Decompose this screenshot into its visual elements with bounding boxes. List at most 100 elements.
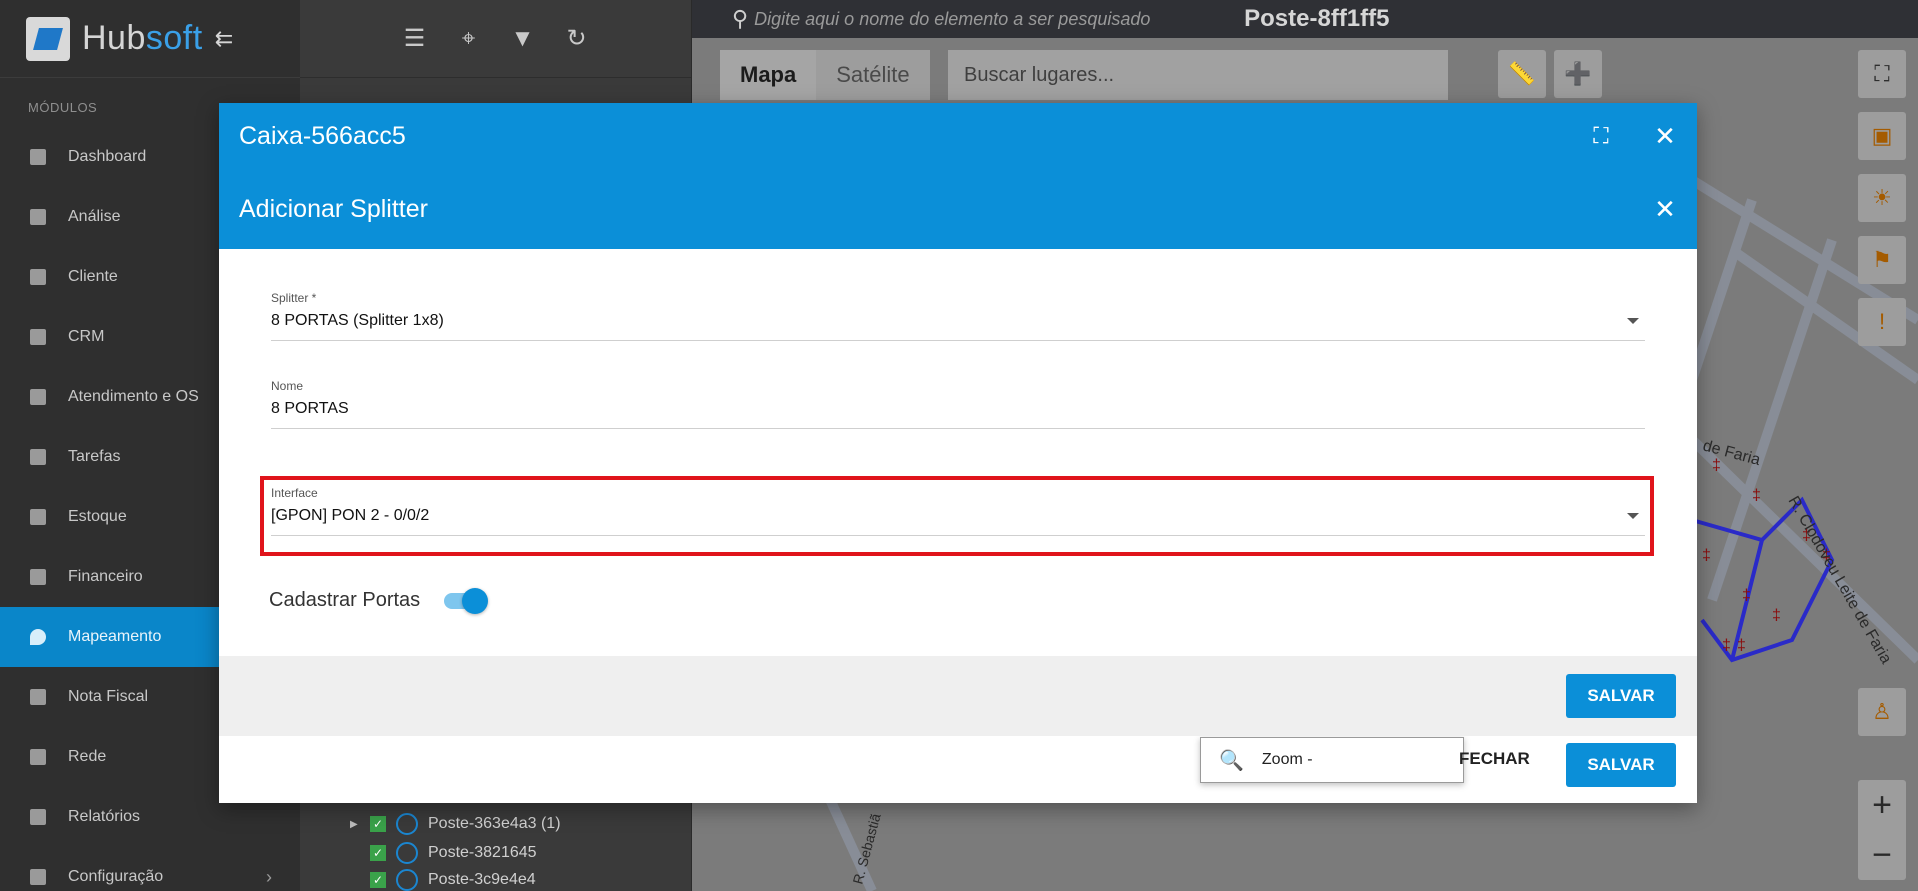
- caixa-save-button[interactable]: SALVAR: [1566, 743, 1676, 787]
- tree-row-label: Poste-3c9e4e4: [428, 871, 536, 888]
- menu-icon[interactable]: ☰: [402, 24, 428, 53]
- tree-row-label: Poste-3821645: [428, 844, 537, 861]
- sidebar-item-label: CRM: [68, 328, 105, 345]
- layers-icon[interactable]: ▣: [1858, 112, 1906, 160]
- splitter-label: Splitter *: [271, 291, 317, 305]
- tree-row[interactable]: ▶ ✓ Poste-363e4a3 (1): [350, 812, 561, 836]
- sidebar-item-label: Configuração: [68, 868, 164, 885]
- svg-text:‡: ‡: [1742, 587, 1751, 604]
- map-pin-icon: [30, 629, 46, 645]
- collapse-sidebar-icon[interactable]: ⇇: [215, 26, 233, 52]
- checkbox-icon[interactable]: ✓: [370, 845, 386, 861]
- nome-field[interactable]: Nome 8 PORTAS: [271, 379, 1645, 429]
- street-view-pegman-icon[interactable]: ♙: [1858, 688, 1906, 736]
- element-search-input[interactable]: Digite aqui o nome do elemento a ser pes…: [754, 9, 1244, 30]
- close-icon[interactable]: ✕: [1633, 194, 1697, 225]
- sidebar-item-configuracao[interactable]: Configuração ›: [0, 847, 300, 891]
- dropdown-arrow-icon: [1627, 513, 1639, 519]
- splitter-form: Splitter * 8 PORTAS (Splitter 1x8) Nome …: [219, 249, 1697, 656]
- toggle-thumb[interactable]: [462, 587, 489, 614]
- caixa-dialog-title: Caixa-566acc5: [239, 121, 406, 150]
- splitter-dialog-title: Adicionar Splitter: [239, 194, 428, 223]
- street-label: de Faria: [1701, 437, 1762, 469]
- board-icon: [30, 329, 46, 345]
- svg-text:‡: ‡: [1702, 547, 1711, 564]
- pie-chart-icon: [30, 209, 46, 225]
- adicionar-splitter-dialog: Adicionar Splitter ✕ Splitter * 8 PORTAS…: [219, 169, 1697, 736]
- sidebar-item-label: Atendimento e OS: [68, 388, 199, 405]
- tab-mapa[interactable]: Mapa: [720, 50, 817, 100]
- money-icon: [30, 569, 46, 585]
- tab-satelite[interactable]: Satélite: [816, 50, 930, 100]
- sidebar-item-label: Dashboard: [68, 148, 147, 165]
- zoom-out-icon: 🔍: [1219, 749, 1244, 772]
- report-icon: [30, 809, 46, 825]
- zoom-in-button[interactable]: +: [1858, 780, 1906, 830]
- caixa-dialog-header: Caixa-566acc5 ⛶ ✕: [219, 103, 1697, 169]
- splitter-dialog-header: Adicionar Splitter ✕: [219, 169, 1697, 249]
- street-label: R. Clodoveu Leite de Faria: [1785, 494, 1895, 667]
- checkbox-icon[interactable]: ✓: [370, 816, 386, 832]
- svg-text:‡: ‡: [1737, 637, 1746, 654]
- zoom-label: Zoom -: [1261, 751, 1313, 768]
- poste-node-icon: [396, 813, 418, 835]
- nome-input[interactable]: 8 PORTAS: [271, 400, 1645, 429]
- map-type-tabs: Mapa Satélite: [720, 50, 930, 100]
- sidebar-item-label: Relatórios: [68, 808, 141, 825]
- splitter-value[interactable]: 8 PORTAS (Splitter 1x8): [271, 312, 1645, 341]
- alert-icon[interactable]: !: [1858, 298, 1906, 346]
- sidebar-item-label: Análise: [68, 208, 121, 225]
- sidebar-item-label: Tarefas: [68, 448, 121, 465]
- zoom-out-button[interactable]: −: [1858, 830, 1906, 880]
- map-marker-icon[interactable]: ⌖: [456, 25, 482, 53]
- svg-text:‡: ‡: [1752, 487, 1761, 504]
- sidebar-item-label: Estoque: [68, 508, 127, 525]
- sidebar-item-label: Rede: [68, 748, 107, 765]
- map-search-bar[interactable]: ⚲ Digite aqui o nome do elemento a ser p…: [692, 0, 1918, 38]
- splitter-save-button[interactable]: SALVAR: [1566, 674, 1676, 718]
- cadastrar-portas-toggle[interactable]: [444, 587, 489, 614]
- close-icon[interactable]: ✕: [1633, 121, 1697, 152]
- checkbox-icon[interactable]: ✓: [370, 872, 386, 888]
- dashboard-icon: [30, 149, 46, 165]
- tree-toolbar: ☰ ⌖ ▼ ↻: [300, 0, 691, 78]
- sidebar-item-label: Mapeamento: [68, 628, 162, 645]
- sidebar-item-label: Nota Fiscal: [68, 688, 149, 705]
- svg-text:‡: ‡: [1722, 637, 1731, 654]
- poste-node-icon: [396, 842, 418, 864]
- gear-icon: [30, 869, 46, 885]
- receipt-icon: [30, 689, 46, 705]
- brand-name: Hubsoft: [82, 19, 203, 57]
- fechar-button[interactable]: FECHAR: [1459, 749, 1530, 769]
- add-person-icon[interactable]: ➕: [1554, 50, 1602, 98]
- zoom-out-popup[interactable]: 🔍 Zoom -: [1200, 737, 1464, 783]
- fullscreen-icon[interactable]: ⛶: [1858, 50, 1906, 98]
- map-zoom-control: + −: [1858, 780, 1906, 880]
- expand-caret-icon[interactable]: ▶: [350, 819, 360, 830]
- splitter-select[interactable]: Splitter * 8 PORTAS (Splitter 1x8): [271, 291, 1645, 341]
- sidebar-item-label: Financeiro: [68, 568, 143, 585]
- refresh-icon[interactable]: ↻: [564, 24, 590, 53]
- filter-icon[interactable]: ▼: [510, 25, 536, 53]
- cadastrar-portas-label: Cadastrar Portas: [269, 589, 421, 611]
- interface-select[interactable]: Interface [GPON] PON 2 - 0/0/2: [271, 486, 1645, 536]
- sidebar-item-label: Cliente: [68, 268, 118, 285]
- clipboard-icon: [30, 449, 46, 465]
- tree-row[interactable]: ✓ Poste-3821645: [370, 841, 537, 865]
- ruler-icon[interactable]: 📏: [1498, 50, 1546, 98]
- interface-value[interactable]: [GPON] PON 2 - 0/0/2: [271, 507, 1645, 536]
- dropdown-arrow-icon: [1627, 318, 1639, 324]
- tree-row[interactable]: ✓ Poste-3c9e4e4: [370, 869, 536, 891]
- places-search-input[interactable]: Buscar lugares...: [948, 50, 1448, 100]
- calendar-clock-icon: [30, 389, 46, 405]
- brand: Hubsoft ⇇: [0, 0, 300, 78]
- location-icon[interactable]: ⚑: [1858, 236, 1906, 284]
- server-icon: [30, 749, 46, 765]
- lightbulb-icon[interactable]: ☀: [1858, 174, 1906, 222]
- svg-text:‡: ‡: [1712, 457, 1721, 474]
- contact-card-icon: [30, 269, 46, 285]
- cadastrar-portas-row: Cadastrar Portas: [269, 587, 489, 614]
- maximize-icon[interactable]: ⛶: [1569, 123, 1633, 149]
- selected-element-title: Poste-8ff1ff5: [1244, 5, 1390, 32]
- box-icon: [30, 509, 46, 525]
